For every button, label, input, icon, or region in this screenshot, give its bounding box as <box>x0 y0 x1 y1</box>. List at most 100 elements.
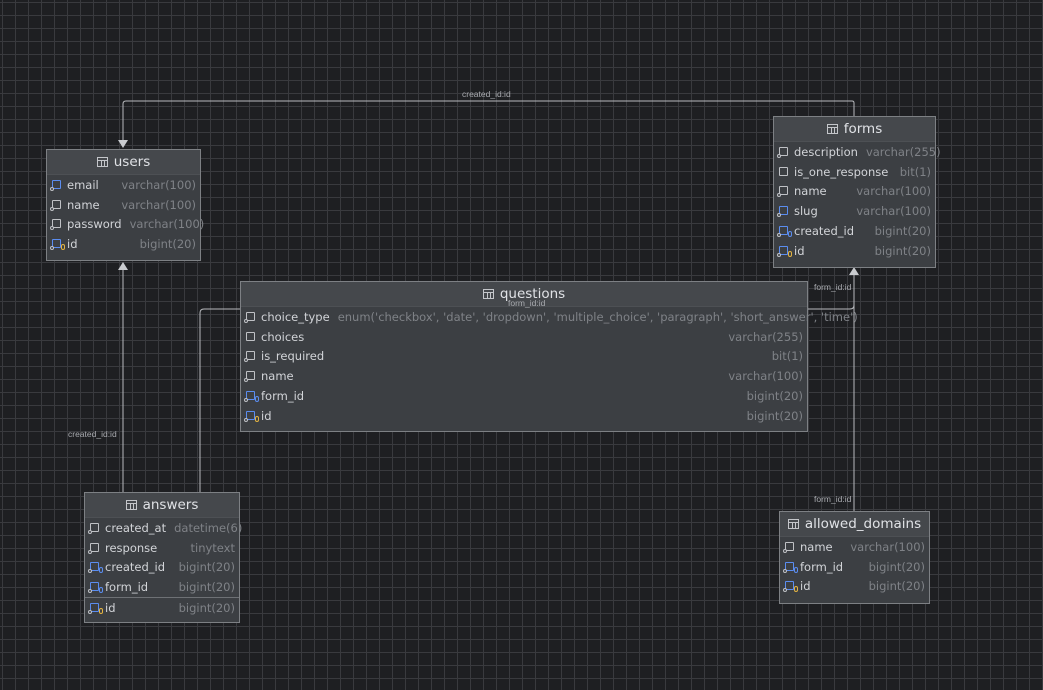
column-icon <box>244 311 257 323</box>
column-icon <box>777 185 790 198</box>
arrow-to-users-bottom <box>118 262 128 270</box>
column-icon <box>88 542 101 554</box>
relation-label-questions-forms: form_id:id <box>508 298 546 308</box>
column-name: form_id <box>261 389 305 404</box>
column-name: created_at <box>105 520 167 535</box>
column-row[interactable]: created_id bigint(20) <box>774 221 935 241</box>
column-name: description <box>794 144 858 159</box>
column-row[interactable]: slug varchar(100) <box>774 201 935 221</box>
column-name: is_one_response <box>794 164 889 179</box>
table-header[interactable]: users <box>47 150 200 175</box>
column-row[interactable]: choice_type enum('checkbox', 'date', 'dro… <box>241 307 858 327</box>
column-type: bigint(20) <box>178 601 235 616</box>
column-name: created_id <box>794 224 855 239</box>
column-row[interactable]: email varchar(100) <box>47 175 200 195</box>
column-icon <box>88 522 101 534</box>
nullable-column-icon <box>777 166 790 178</box>
relation-label-allowed-domains-forms: form_id:id <box>814 494 852 504</box>
column-row[interactable]: id bigint(20) <box>85 597 239 618</box>
column-name: response <box>105 540 158 555</box>
column-icon <box>50 199 63 211</box>
column-name: id <box>261 408 272 423</box>
column-icon <box>783 541 796 553</box>
column-row[interactable]: is_required bit(1) <box>241 347 807 367</box>
column-name: name <box>794 184 827 199</box>
column-type: varchar(100) <box>850 539 925 554</box>
nullable-column-icon <box>244 331 257 343</box>
primary-key-icon <box>244 410 259 422</box>
column-name: created_id <box>105 560 166 575</box>
table-icon <box>826 124 838 134</box>
table-icon <box>787 519 799 529</box>
relation-label-answers-users: created_id:id <box>68 429 117 439</box>
column-row[interactable]: id bigint(20) <box>780 577 929 597</box>
column-row[interactable]: choices varchar(255) <box>241 327 807 347</box>
column-name: password <box>67 217 122 232</box>
table-allowed-domains[interactable]: allowed_domainsname varchar(100) form_id bi… <box>779 511 930 604</box>
table-answers[interactable]: answers created_at datetime(6) response tiny… <box>84 492 242 623</box>
table-title: allowed_domains <box>804 516 922 532</box>
column-name: id <box>67 237 78 252</box>
column-type: varchar(255) <box>865 144 941 159</box>
column-type: bit(1) <box>899 164 931 179</box>
column-row[interactable]: created_at datetime(6) <box>85 518 242 538</box>
primary-key-icon <box>50 238 65 251</box>
foreign-key-icon <box>88 581 103 594</box>
table-users[interactable]: users email varchar(100) name varchar(100) pa… <box>46 149 204 261</box>
table-icon <box>96 157 108 167</box>
column-row[interactable]: password varchar(100) <box>47 215 204 235</box>
table-header[interactable]: forms <box>774 117 935 142</box>
column-type: bigint(20) <box>746 408 803 423</box>
column-type: varchar(100) <box>728 369 803 384</box>
column-type: bigint(20) <box>178 580 235 595</box>
arrow-to-users-top <box>118 140 128 148</box>
column-row[interactable]: form_id bigint(20) <box>85 577 239 597</box>
column-type: bigint(20) <box>874 243 931 258</box>
column-row[interactable]: description varchar(255) <box>774 142 941 162</box>
column-name: id <box>105 601 116 616</box>
table-header[interactable]: allowed_domains <box>780 512 929 537</box>
column-name: choice_type <box>261 309 330 324</box>
foreign-key-icon <box>244 390 259 403</box>
column-name: choices <box>261 329 305 344</box>
column-name: email <box>67 177 99 192</box>
column-type: bigint(20) <box>178 560 235 575</box>
column-row[interactable]: name varchar(100) <box>780 537 929 557</box>
foreign-key-icon <box>88 561 103 574</box>
column-row[interactable]: response tinytext <box>85 538 239 558</box>
column-row[interactable]: name varchar(100) <box>241 366 807 386</box>
column-name: name <box>67 197 100 212</box>
table-forms[interactable]: forms description varchar(255) is_one_respo… <box>773 116 941 268</box>
column-row[interactable]: created_id bigint(20) <box>85 558 239 578</box>
column-name: is_required <box>261 349 325 364</box>
column-row[interactable]: id bigint(20) <box>241 406 807 426</box>
primary-key-icon <box>777 245 792 257</box>
column-name: slug <box>794 204 818 219</box>
table-title: users <box>113 154 151 170</box>
column-type: enum('checkbox', 'date', 'dropdown', 'mu… <box>337 309 858 324</box>
column-icon <box>244 370 257 383</box>
table-icon <box>125 500 137 510</box>
index-column-icon <box>50 179 63 191</box>
column-type: varchar(100) <box>856 184 931 199</box>
column-type: bigint(20) <box>746 389 803 404</box>
column-row[interactable]: id bigint(20) <box>47 234 200 254</box>
column-row[interactable]: name varchar(100) <box>47 195 200 215</box>
column-name: name <box>261 369 294 384</box>
column-name: form_id <box>105 580 149 595</box>
table-header[interactable]: answers <box>85 493 239 518</box>
column-row[interactable]: is_one_response bit(1) <box>774 162 935 182</box>
column-row[interactable]: name varchar(100) <box>774 182 935 202</box>
column-type: varchar(100) <box>121 177 196 192</box>
column-type: varchar(255) <box>728 329 803 344</box>
column-row[interactable]: form_id bigint(20) <box>241 386 807 406</box>
column-name: name <box>800 539 833 554</box>
column-type: tinytext <box>190 540 236 555</box>
column-row[interactable]: id bigint(20) <box>774 241 935 261</box>
table-title: answers <box>142 497 199 513</box>
foreign-key-icon <box>783 561 798 573</box>
column-icon <box>244 350 257 363</box>
column-row[interactable]: form_id bigint(20) <box>780 557 929 577</box>
index-column-icon <box>777 205 790 218</box>
primary-key-icon <box>88 602 103 615</box>
